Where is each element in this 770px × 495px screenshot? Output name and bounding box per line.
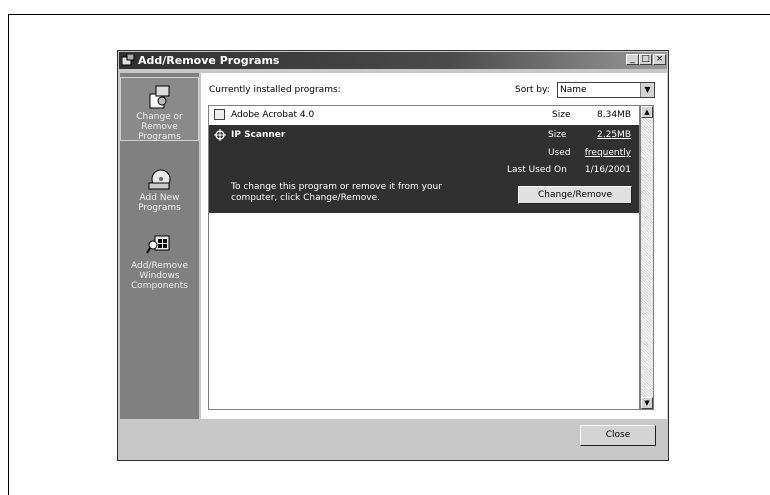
title-bar[interactable]: Add/Remove Programs _ □ × — [119, 52, 667, 69]
sidebar-item-add-new[interactable]: Add New Programs — [120, 159, 199, 213]
sidebar-item-label: Change or Remove Programs — [136, 112, 183, 142]
sort-by-label: Sort by: — [515, 85, 550, 95]
program-name: IP Scanner — [231, 130, 286, 140]
program-row-ip-scanner[interactable]: IP Scanner Size 2.25MB Used frequently L… — [209, 125, 639, 213]
chevron-down-icon[interactable]: ▼ — [640, 83, 654, 97]
change-remove-button[interactable]: Change/Remove — [518, 186, 632, 204]
main-panel: Currently installed programs: Sort by: N… — [201, 73, 667, 419]
window-title: Add/Remove Programs — [138, 54, 280, 67]
sidebar-item-windows-components[interactable]: Add/Remove Windows Components — [120, 225, 199, 291]
sidebar-item-label: Add New Programs — [138, 193, 181, 213]
size-value-link[interactable]: 2.25MB — [597, 130, 631, 140]
used-label: Used — [548, 148, 571, 158]
minimize-button[interactable]: _ — [626, 54, 639, 65]
windows-components-icon — [145, 235, 169, 254]
installed-programs-label: Currently installed programs: — [209, 85, 341, 95]
add-new-programs-icon — [148, 169, 170, 190]
ip-scanner-icon — [214, 129, 226, 141]
sort-by-value: Name — [560, 85, 587, 95]
sort-by-select[interactable]: Name ▼ — [557, 82, 655, 98]
last-used-label: Last Used On — [507, 165, 567, 175]
close-button[interactable]: Close — [580, 425, 656, 446]
program-name: Adobe Acrobat 4.0 — [231, 110, 315, 120]
add-remove-programs-icon — [122, 54, 135, 66]
vertical-scrollbar[interactable]: ▲ ▼ — [640, 105, 654, 410]
change-remove-instructions: To change this program or remove it from… — [231, 182, 442, 203]
used-value-link[interactable]: frequently — [585, 148, 631, 158]
program-row-adobe-acrobat[interactable]: Adobe Acrobat 4.0 Size 8.34MB — [209, 106, 639, 124]
scroll-up-icon[interactable]: ▲ — [641, 106, 653, 118]
size-label: Size — [552, 110, 571, 120]
size-label: Size — [548, 130, 567, 140]
maximize-button[interactable]: □ — [639, 54, 652, 65]
sidebar-item-change-remove[interactable]: Change or Remove Programs — [120, 77, 199, 142]
change-remove-icon — [149, 85, 169, 109]
last-used-value: 1/16/2001 — [584, 165, 631, 175]
size-value: 8.34MB — [597, 110, 631, 120]
program-list[interactable]: Adobe Acrobat 4.0 Size 8.34MB IP Scanner… — [208, 105, 640, 410]
scroll-down-icon[interactable]: ▼ — [641, 397, 653, 409]
acrobat-icon — [214, 109, 225, 120]
close-window-button[interactable]: × — [653, 54, 666, 65]
sidebar: Change or Remove Programs Add New Progra… — [120, 73, 199, 419]
add-remove-programs-window: Add/Remove Programs _ □ × Change or Remo… — [117, 50, 669, 461]
sidebar-item-label: Add/Remove Windows Components — [131, 261, 188, 291]
